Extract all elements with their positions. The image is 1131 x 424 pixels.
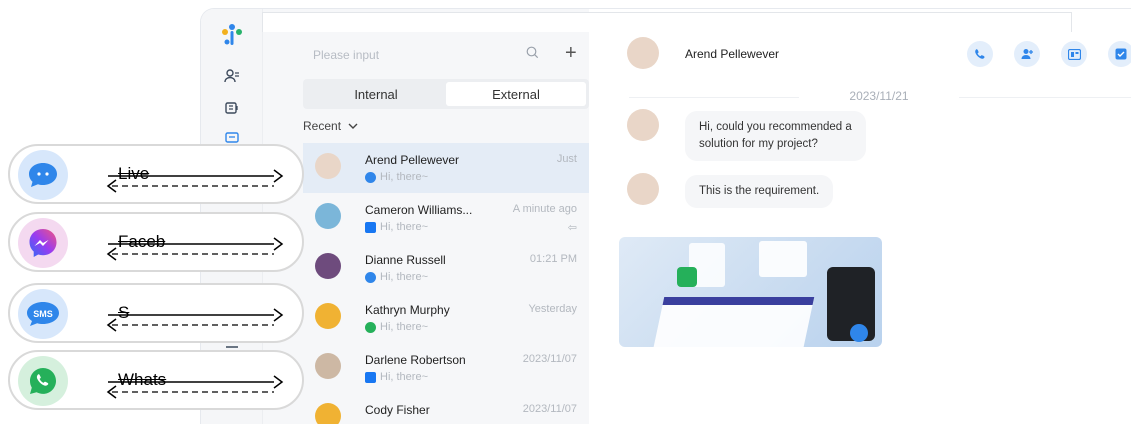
- message-text: solution for my project?: [699, 138, 818, 150]
- avatar: [627, 109, 659, 141]
- sms-icon: SMS: [18, 289, 68, 339]
- conversation-time: A minute ago: [512, 203, 577, 215]
- check-box-icon: [1115, 48, 1127, 60]
- message-preview: Hi, there~: [380, 221, 428, 233]
- double-arrow-icon: [106, 237, 284, 261]
- search-box[interactable]: Please input: [303, 41, 553, 69]
- avatar: [315, 303, 341, 329]
- chat-panel: Arend Pellewever 2023/11/21 Hi, could yo…: [589, 9, 1131, 424]
- conversation-item[interactable]: Arend Pellewever Just Hi, there~: [303, 143, 589, 193]
- channel-badge-whatsapp: Whats: [8, 350, 304, 410]
- avatar: [627, 173, 659, 205]
- recent-filter[interactable]: Recent: [303, 119, 358, 133]
- facebook-icon: [365, 371, 376, 383]
- conversation-item[interactable]: Cameron Williams... A minute ago Hi, the…: [303, 193, 589, 243]
- message-preview: Hi, there~: [380, 171, 428, 183]
- message-bubble: This is the requirement.: [685, 175, 834, 208]
- app-window: Please input + Internal External Recent …: [200, 8, 1131, 424]
- tab-external[interactable]: External: [446, 82, 586, 106]
- facebook-icon: [365, 221, 376, 233]
- transfer-button[interactable]: [1061, 41, 1087, 67]
- contact-name: Kathryn Murphy: [365, 303, 450, 317]
- svg-text:SMS: SMS: [33, 309, 53, 319]
- search-icon[interactable]: [526, 46, 539, 64]
- contact-avatar[interactable]: [627, 37, 659, 69]
- avatar: [315, 253, 341, 279]
- tab-internal[interactable]: Internal: [306, 82, 446, 106]
- search-input[interactable]: Please input: [303, 48, 526, 62]
- product-screenshot-image: [653, 241, 875, 347]
- conversation-item[interactable]: Kathryn Murphy Yesterday Hi, there~: [303, 293, 589, 343]
- add-contact-button[interactable]: [1014, 41, 1040, 67]
- message-preview: Hi, there~: [380, 321, 428, 333]
- date-separator: 2023/11/21: [799, 89, 959, 103]
- conversation-item[interactable]: Darlene Robertson 2023/11/07 Hi, there~: [303, 343, 589, 393]
- add-user-icon: [1021, 49, 1033, 59]
- tickets-icon[interactable]: [223, 99, 241, 117]
- recent-label: Recent: [303, 119, 342, 133]
- contact-name: Cameron Williams...: [365, 203, 473, 217]
- channel-badge-messenger: Faceb: [8, 212, 304, 272]
- messenger-icon: [18, 218, 68, 268]
- message-text: This is the requirement.: [699, 185, 820, 197]
- avatar: [315, 153, 341, 179]
- message-text: Hi, could you recommended a: [699, 121, 852, 133]
- chevron-down-icon: [348, 123, 358, 129]
- avatar: [315, 353, 341, 379]
- contact-name: Arend Pellewever: [365, 153, 460, 167]
- conversation-time: 01:21 PM: [529, 253, 577, 265]
- conversation-item[interactable]: Dianne Russell 01:21 PM Hi, there~: [303, 243, 589, 293]
- image-attachment[interactable]: [619, 237, 882, 347]
- avatar: [315, 403, 341, 424]
- phone-icon: [975, 49, 985, 59]
- add-conversation-button[interactable]: +: [565, 43, 577, 63]
- message-preview: Hi, there~: [380, 371, 428, 383]
- transfer-icon: [1067, 48, 1081, 60]
- conversation-time: 2023/11/07: [522, 353, 577, 365]
- double-arrow-icon: [106, 375, 284, 399]
- call-button[interactable]: [967, 41, 993, 67]
- contact-name: Darlene Robertson: [365, 353, 466, 367]
- close-conversation-button[interactable]: [1108, 41, 1131, 67]
- message-bubble: Hi, could you recommended a solution for…: [685, 111, 866, 161]
- conversation-time: 2023/11/07: [522, 403, 577, 415]
- message-preview: Hi, there~: [380, 271, 428, 283]
- tab-switch: Internal External: [303, 79, 589, 109]
- contact-name: Dianne Russell: [365, 253, 446, 267]
- contact-name: Cody Fisher: [365, 403, 430, 417]
- livechat-icon: [18, 150, 68, 200]
- livechat-icon: [365, 171, 376, 183]
- conversation-list-panel: Please input + Internal External Recent …: [263, 9, 589, 424]
- double-arrow-icon: [106, 308, 284, 332]
- contacts-icon[interactable]: [223, 67, 241, 85]
- conversation-time: Just: [556, 153, 577, 165]
- sms-icon: [365, 271, 376, 283]
- conversation-item[interactable]: Cody Fisher 2023/11/07: [303, 393, 589, 424]
- window-top-bar: [262, 12, 1072, 32]
- double-arrow-icon: [106, 169, 284, 193]
- channel-badge-sms: SMS S: [8, 283, 304, 343]
- conversation-time: Yesterday: [528, 303, 577, 315]
- app-logo-icon: [221, 23, 243, 52]
- whatsapp-icon: [365, 321, 376, 333]
- avatar: [315, 203, 341, 229]
- whatsapp-icon: [18, 356, 68, 406]
- chat-contact-name: Arend Pellewever: [685, 47, 780, 61]
- reply-icon: ⇦: [567, 222, 577, 234]
- channel-badge-livechat: Live: [8, 144, 304, 204]
